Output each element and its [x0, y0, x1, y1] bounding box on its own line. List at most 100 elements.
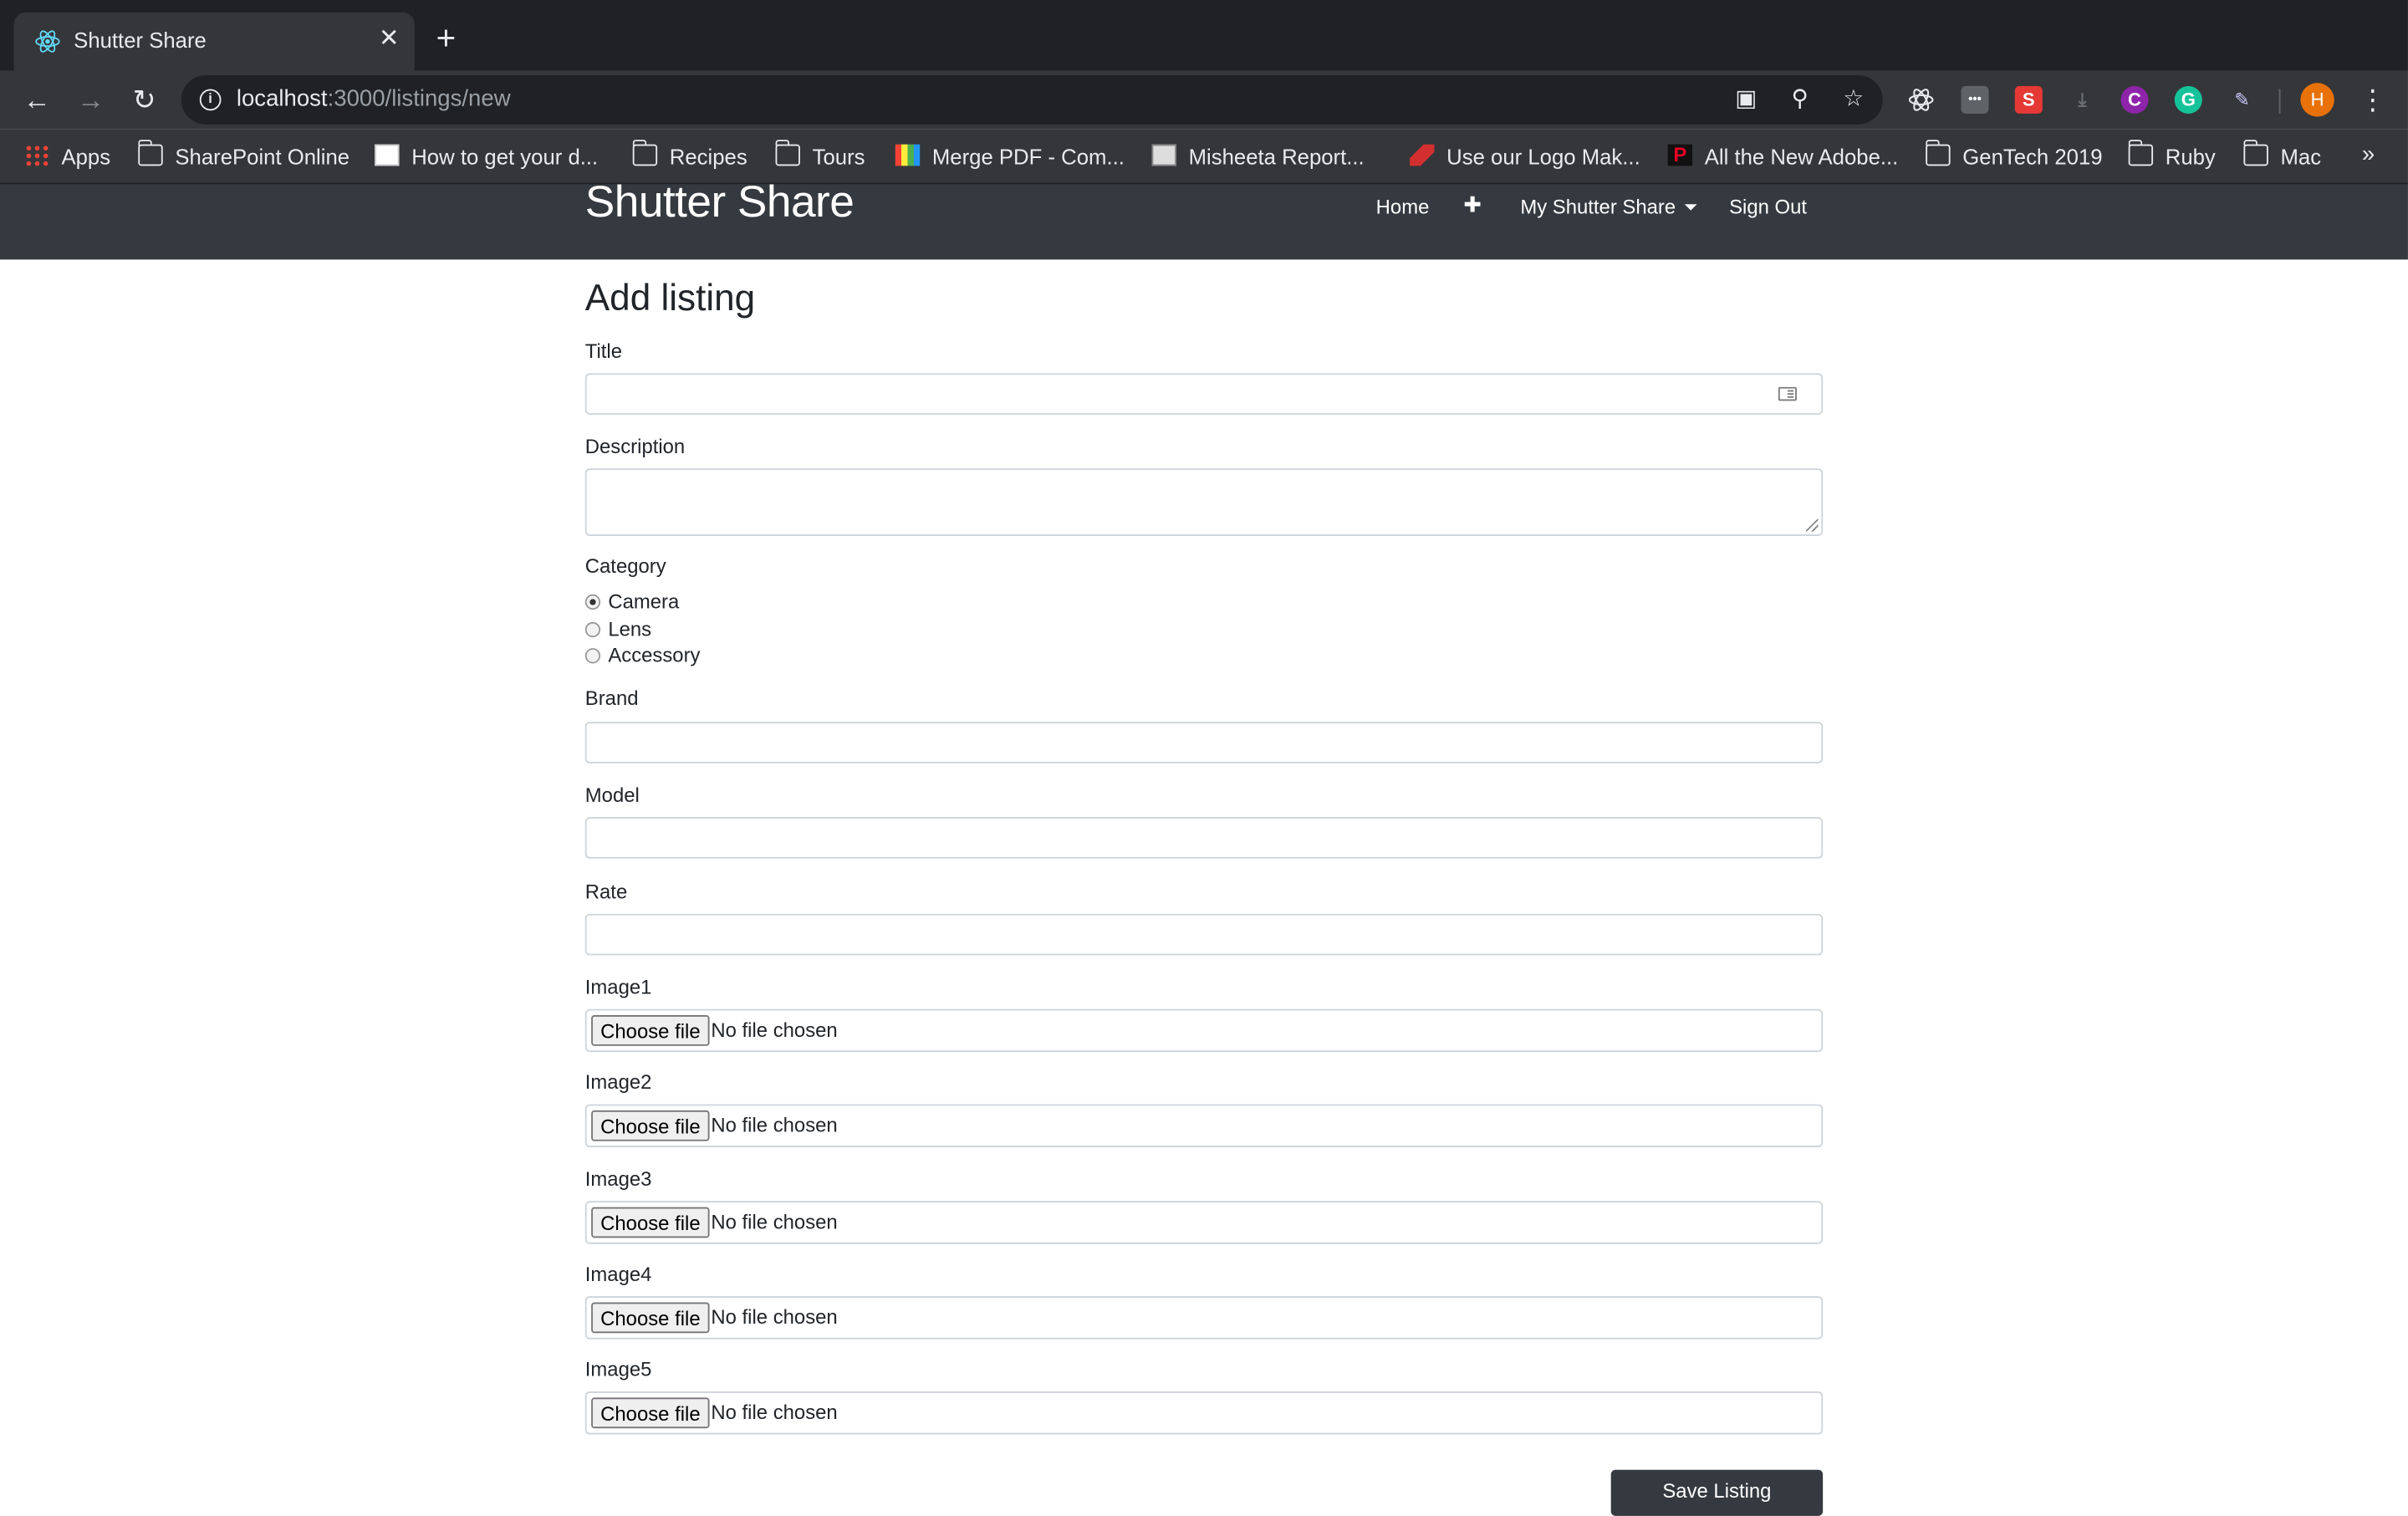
brand-logo[interactable]: Shutter Share — [585, 178, 855, 229]
bookmark-sharepoint[interactable]: SharePoint Online — [137, 140, 349, 171]
bookmark-misheeta[interactable]: Misheeta Report... — [1151, 143, 1365, 171]
address-bar[interactable]: i localhost:3000/listings/new ▣ ⚲ ☆ — [181, 74, 1883, 125]
image5-file-input[interactable]: Choose file No file chosen — [584, 1391, 1824, 1435]
radio-button[interactable] — [584, 621, 601, 638]
description-textarea[interactable] — [584, 468, 1824, 537]
bookmark-how-to[interactable]: How to get your d... — [375, 143, 598, 171]
bookmark-label: Recipes — [669, 144, 747, 170]
radio-button[interactable] — [584, 648, 601, 664]
nav-home[interactable]: Home — [1376, 195, 1430, 218]
file-status: No file chosen — [711, 1210, 838, 1233]
image4-file-input[interactable]: Choose file No file chosen — [584, 1296, 1824, 1340]
close-tab-icon[interactable]: ✕ — [379, 24, 400, 55]
bookmark-mac[interactable]: Mac — [2242, 140, 2322, 171]
adobe-p-icon: P — [1667, 144, 1693, 166]
image5-label: Image5 — [584, 1357, 652, 1381]
bookmark-label: Mac — [2280, 144, 2322, 170]
image2-file-input[interactable]: Choose file No file chosen — [584, 1104, 1824, 1148]
bookmark-star-icon[interactable]: ☆ — [1839, 86, 1867, 114]
profile-avatar[interactable]: H — [2300, 83, 2334, 117]
bookmark-ruby[interactable]: Ruby — [2127, 140, 2216, 171]
image4-label: Image4 — [584, 1262, 652, 1286]
choose-file-button[interactable]: Choose file — [591, 1015, 710, 1046]
image1-file-input[interactable]: Choose file No file chosen — [584, 1008, 1824, 1053]
rate-label: Rate — [584, 880, 628, 903]
reload-icon[interactable]: ↻ — [127, 83, 161, 116]
model-input[interactable] — [584, 817, 1824, 859]
description-label: Description — [584, 434, 686, 458]
folder-icon — [2127, 140, 2154, 166]
toolbar-divider — [2278, 89, 2281, 114]
bookmark-label: Misheeta Report... — [1188, 144, 1365, 170]
brand-input[interactable] — [584, 722, 1824, 763]
folder-icon — [1925, 140, 1951, 166]
grammarly-icon[interactable]: G — [2174, 85, 2202, 114]
choose-file-button[interactable]: Choose file — [591, 1207, 710, 1238]
s-extension-icon[interactable]: S — [2014, 85, 2043, 114]
bookmark-label: All the New Adobe... — [1704, 144, 1899, 170]
page-title: Add listing — [584, 278, 756, 320]
zoom-icon[interactable]: ⚲ — [1786, 86, 1814, 114]
category-label: Category — [584, 554, 666, 578]
bookmark-tours[interactable]: Tours — [774, 140, 865, 171]
react-devtools-icon[interactable] — [1907, 86, 1935, 114]
url-host: localhost — [236, 85, 328, 113]
c-extension-icon[interactable]: C — [2120, 85, 2149, 114]
tab-title: Shutter Share — [74, 28, 207, 53]
radio-button[interactable] — [584, 594, 601, 610]
image3-file-input[interactable]: Choose file No file chosen — [584, 1201, 1824, 1244]
bookmark-logo-maker[interactable]: Use our Logo Mak... — [1410, 143, 1640, 171]
file-status: No file chosen — [711, 1401, 838, 1424]
nav-sign-out[interactable]: Sign Out — [1729, 195, 1807, 218]
bookmark-merge-pdf[interactable]: Merge PDF - Com... — [895, 143, 1125, 171]
choose-file-button[interactable]: Choose file — [591, 1302, 710, 1334]
password-extension-icon[interactable]: ••• — [1961, 85, 1989, 114]
bookmark-label: Merge PDF - Com... — [931, 144, 1125, 170]
autofill-card-icon[interactable] — [1778, 386, 1797, 401]
choose-file-button[interactable]: Choose file — [591, 1110, 710, 1141]
image3-label: Image3 — [584, 1166, 652, 1191]
react-favicon-icon — [35, 30, 60, 53]
folder-icon — [774, 140, 800, 166]
download-extension-icon[interactable]: ⤓ — [2069, 86, 2096, 114]
forward-arrow-icon[interactable]: → — [74, 83, 107, 116]
radio-label: Camera — [608, 590, 680, 613]
bookmark-label: Use our Logo Mak... — [1446, 144, 1640, 170]
model-label: Model — [584, 783, 640, 807]
site-info-icon[interactable]: i — [199, 89, 222, 111]
browser-tab[interactable]: Shutter Share ✕ — [13, 12, 415, 71]
bookmark-recipes[interactable]: Recipes — [631, 140, 747, 171]
new-tab-icon[interactable]: + — [436, 21, 457, 55]
resize-handle-icon[interactable] — [1805, 518, 1819, 532]
bookmarks-bar: Apps SharePoint Online How to get your d… — [0, 129, 2408, 185]
title-input[interactable] — [584, 373, 1824, 415]
bookmark-gentech[interactable]: GenTech 2019 — [1925, 140, 2103, 171]
report-icon — [1151, 145, 1176, 166]
eyedropper-extension-icon[interactable]: ✎ — [2228, 86, 2256, 114]
translate-icon[interactable]: ▣ — [1732, 86, 1760, 114]
bookmark-adobe[interactable]: P All the New Adobe... — [1667, 143, 1899, 171]
more-bookmarks-icon[interactable]: » — [2362, 141, 2375, 167]
radio-label: Lens — [608, 617, 652, 641]
url-text: localhost:3000/listings/new — [237, 86, 511, 112]
browser-tabstrip: Shutter Share ✕ + — [0, 0, 2408, 71]
save-listing-button[interactable]: Save Listing — [1610, 1469, 1824, 1516]
apps-grid-icon — [24, 145, 49, 166]
image1-label: Image1 — [584, 975, 652, 998]
app-navbar: Shutter Share Home ✚ My Shutter Share Si… — [0, 178, 2408, 260]
bookmark-label: GenTech 2019 — [1962, 144, 2103, 170]
back-arrow-icon[interactable]: ← — [20, 83, 54, 116]
caret-down-icon — [1685, 204, 1697, 211]
folder-icon — [631, 140, 658, 166]
folder-icon — [137, 140, 163, 166]
rate-input[interactable] — [584, 913, 1824, 956]
add-listing-icon[interactable]: ✚ — [1463, 192, 1482, 218]
bookmark-label: Apps — [61, 144, 111, 170]
browser-menu-icon[interactable]: ⋮ — [2359, 83, 2386, 116]
folder-icon — [2242, 140, 2268, 166]
brand-label: Brand — [584, 687, 639, 710]
choose-file-button[interactable]: Choose file — [591, 1397, 710, 1429]
bookmark-label: Ruby — [2165, 144, 2216, 170]
my-shutter-share-dropdown[interactable]: My Shutter Share — [1520, 195, 1697, 218]
bookmark-apps[interactable]: Apps — [24, 143, 110, 171]
